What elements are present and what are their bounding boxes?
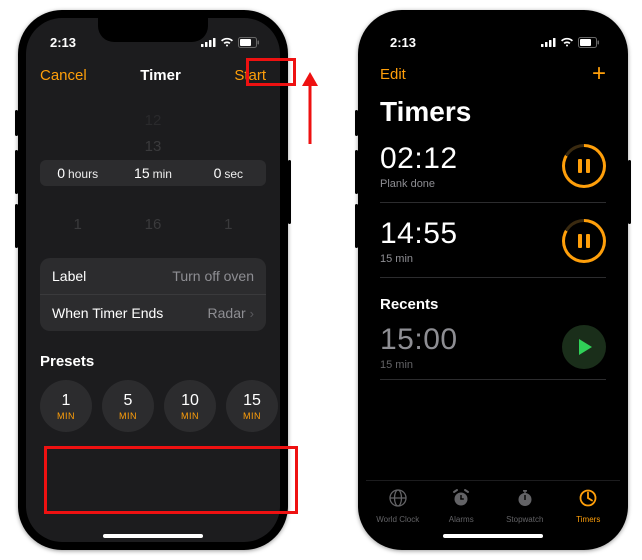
presets-row: 1MIN 5MIN 10MIN 15MIN — [40, 380, 266, 432]
status-time: 2:13 — [390, 35, 416, 50]
timer-label: Plank done — [380, 178, 458, 190]
phone-frame-right: 2:13 Edit + Timers 02:12 Plank done — [358, 10, 628, 550]
alarm-icon — [451, 488, 471, 513]
notch — [98, 18, 208, 42]
play-icon — [579, 339, 592, 355]
add-timer-button[interactable]: + — [592, 62, 606, 86]
pause-icon — [578, 234, 590, 248]
active-timer-1[interactable]: 02:12 Plank done — [380, 138, 606, 194]
time-picker[interactable]: 1 2 12 13 14 16 17 18 1 2 3 — [40, 108, 266, 238]
screen-timer-setup: 2:13 Cancel Timer Start 1 2 12 — [26, 18, 280, 542]
recent-time: 15:00 — [380, 323, 458, 357]
tab-alarms[interactable]: Alarms — [430, 481, 494, 530]
ends-value: Radar — [208, 305, 246, 321]
screen-timers-list: 2:13 Edit + Timers 02:12 Plank done — [366, 18, 620, 542]
tab-bar: World Clock Alarms Stopwatch Timers — [366, 480, 620, 542]
battery-icon — [238, 37, 260, 48]
signal-icon — [541, 37, 556, 47]
page-title: Timers — [380, 96, 606, 128]
play-button[interactable] — [562, 325, 606, 369]
pause-icon — [578, 159, 590, 173]
preset-10min[interactable]: 10MIN — [164, 380, 216, 432]
tab-timers[interactable]: Timers — [557, 481, 621, 530]
label-row[interactable]: Label Turn off oven — [40, 258, 266, 294]
settings-group: Label Turn off oven When Timer Ends Rada… — [40, 258, 266, 331]
wifi-icon — [220, 37, 234, 47]
status-icons — [541, 37, 600, 48]
pause-button[interactable] — [562, 144, 606, 188]
recent-label: 15 min — [380, 359, 458, 371]
recent-timer-1[interactable]: 15:00 15 min — [380, 323, 606, 371]
edit-button[interactable]: Edit — [380, 66, 406, 83]
chevron-right-icon: › — [250, 306, 254, 321]
label-key: Label — [52, 268, 86, 284]
pause-button[interactable] — [562, 219, 606, 263]
wifi-icon — [560, 37, 574, 47]
timer-time: 02:12 — [380, 142, 458, 176]
home-indicator[interactable] — [443, 534, 543, 538]
globe-icon — [388, 488, 408, 513]
signal-icon — [201, 37, 216, 47]
stopwatch-icon — [515, 488, 535, 513]
start-button[interactable]: Start — [234, 67, 266, 84]
picker-selection: 0hours 15min 0sec — [40, 160, 266, 186]
ends-key: When Timer Ends — [52, 305, 163, 321]
tab-world-clock[interactable]: World Clock — [366, 481, 430, 530]
timer-time: 14:55 — [380, 217, 458, 251]
timer-label: 15 min — [380, 253, 458, 265]
recents-header: Recents — [380, 296, 606, 313]
phone-frame-left: 2:13 Cancel Timer Start 1 2 12 — [18, 10, 288, 550]
preset-5min[interactable]: 5MIN — [102, 380, 154, 432]
cancel-button[interactable]: Cancel — [40, 67, 87, 84]
label-value: Turn off oven — [172, 268, 254, 284]
timer-icon — [578, 488, 598, 513]
active-timer-2[interactable]: 14:55 15 min — [380, 213, 606, 269]
notch — [438, 18, 548, 42]
battery-icon — [578, 37, 600, 48]
nav-title: Timer — [140, 67, 181, 84]
annotation-arrow — [298, 70, 322, 146]
status-time: 2:13 — [50, 35, 76, 50]
divider — [380, 202, 606, 203]
divider — [380, 379, 606, 380]
when-ends-row[interactable]: When Timer Ends Radar › — [40, 294, 266, 331]
presets-header: Presets — [40, 353, 266, 370]
tab-stopwatch[interactable]: Stopwatch — [493, 481, 557, 530]
divider — [380, 277, 606, 278]
home-indicator[interactable] — [103, 534, 203, 538]
nav-bar: Cancel Timer Start — [40, 56, 266, 94]
preset-1min[interactable]: 1MIN — [40, 380, 92, 432]
nav-bar: Edit + — [380, 56, 606, 92]
status-icons — [201, 37, 260, 48]
preset-15min[interactable]: 15MIN — [226, 380, 278, 432]
